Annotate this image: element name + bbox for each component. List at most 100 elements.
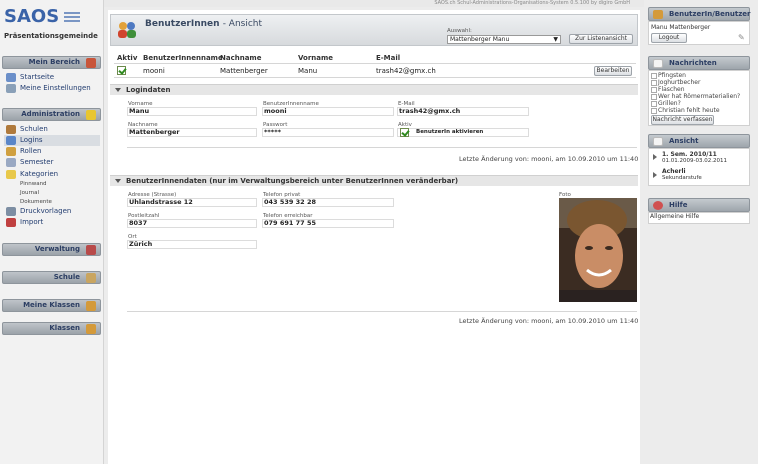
row-email: trash42@gmx.ch — [376, 67, 436, 75]
warning-icon — [86, 110, 96, 120]
section-mein-bereich[interactable]: Mein Bereich — [2, 56, 101, 69]
message-item[interactable]: Grillen? — [650, 100, 681, 107]
nav-meine-einstellungen[interactable]: Meine Einstellungen — [4, 83, 100, 94]
auswahl-label: Auswahl: — [447, 28, 472, 34]
col-email: E-Mail — [376, 54, 401, 62]
school-name: Präsentationsgemeinde — [4, 32, 98, 40]
section-benutzerdaten[interactable]: BenutzerInnendaten (nur im Verwaltungsbe… — [110, 175, 638, 186]
compose-message-button[interactable]: Nachricht verfassen — [651, 115, 714, 125]
col-nachname: Nachname — [220, 54, 262, 62]
roles-icon — [6, 147, 16, 156]
divider — [127, 311, 637, 312]
section-administration[interactable]: Administration — [2, 108, 101, 121]
logindaten-last-change: Letzte Änderung von: mooni, am 10.09.201… — [459, 155, 639, 163]
group-icon — [86, 301, 96, 311]
username-value: mooni — [262, 107, 394, 116]
semester-name[interactable]: 1. Sem. 2010/11 — [662, 151, 717, 158]
logout-button[interactable]: Logout — [651, 33, 687, 43]
nachrichten-head: Nachrichten — [648, 56, 750, 70]
nav-kategorien[interactable]: Kategorien — [4, 169, 100, 180]
list-view-button[interactable]: Zur Listenansicht — [569, 34, 633, 44]
aktiv-value: BenutzerIn aktivieren — [397, 128, 529, 137]
user-photo — [559, 198, 637, 302]
nachname-value: Mattenberger — [127, 128, 257, 137]
wrench-icon — [6, 84, 16, 93]
user-icon — [86, 58, 96, 68]
play-icon — [653, 154, 657, 160]
auswahl-select[interactable]: Mattenberger Manu ▼ — [447, 35, 561, 44]
row-vorname: Manu — [298, 67, 318, 75]
passwort-value: ***** — [262, 128, 394, 137]
printer-icon — [6, 207, 16, 216]
calendar-icon — [6, 158, 16, 167]
edit-button[interactable]: Bearbeiten — [594, 66, 632, 76]
wrench-icon[interactable]: ✎ — [738, 33, 745, 42]
col-username: BenutzerInnenname — [143, 54, 223, 62]
chevron-down-icon: ▼ — [553, 36, 558, 43]
nav-schulen[interactable]: Schulen — [4, 124, 100, 135]
section-schule[interactable]: Schule — [2, 271, 101, 284]
speech-bubble-icon — [653, 59, 663, 68]
tel-privat-value: 043 539 32 28 — [262, 198, 394, 207]
ansicht-head: Ansicht — [648, 134, 750, 148]
tel-erreichbar-value: 079 691 77 55 — [262, 219, 394, 228]
table-divider — [114, 77, 636, 78]
play-icon — [653, 172, 657, 178]
nav-journal[interactable]: Journal — [20, 189, 39, 198]
home-icon — [6, 73, 16, 82]
user-icon — [653, 10, 663, 19]
message-item[interactable]: Flaschen — [650, 86, 685, 93]
pie-icon — [86, 245, 96, 255]
ort-value: Zürich — [127, 240, 257, 249]
section-logindaten[interactable]: Logindaten — [110, 84, 638, 95]
benutzer-name: Manu Mattenberger — [651, 24, 711, 31]
nav-rollen[interactable]: Rollen — [4, 146, 100, 157]
semester-dates: 01.01.2009-03.02.2011 — [662, 158, 727, 164]
folder-icon — [6, 170, 16, 179]
row-nachname: Mattenberger — [220, 67, 268, 75]
import-icon — [6, 218, 16, 227]
section-meine-klassen-label: Meine Klassen — [23, 301, 80, 309]
page-header: BenutzerInnen - Ansicht Auswahl: Mattenb… — [110, 14, 638, 46]
section-klassen[interactable]: Klassen — [2, 322, 101, 335]
nav-semester[interactable]: Semester — [4, 157, 100, 168]
credit-text: SAOS.ch Schul-Administrations-Organisati… — [434, 0, 630, 6]
divider — [127, 147, 637, 148]
hilfe-link[interactable]: Allgemeine Hilfe — [650, 213, 699, 220]
lifebuoy-icon — [653, 201, 663, 210]
message-item[interactable]: Joghurtbecher — [650, 79, 700, 86]
section-meine-klassen[interactable]: Meine Klassen — [2, 299, 101, 312]
nav-logins[interactable]: Logins — [4, 135, 100, 146]
section-verwaltung[interactable]: Verwaltung — [2, 243, 101, 256]
users-icon — [6, 136, 16, 145]
message-item[interactable]: Christian fehlt heute — [650, 107, 720, 114]
table-divider — [114, 63, 636, 64]
message-item[interactable]: Pfingsten — [650, 72, 686, 79]
section-mein-bereich-label: Mein Bereich — [28, 58, 80, 66]
school-icon — [6, 125, 16, 134]
nav-druckvorlagen[interactable]: Druckvorlagen — [4, 206, 100, 217]
nav-pinnwand[interactable]: Pinnwand — [20, 180, 47, 189]
col-vorname: Vorname — [298, 54, 334, 62]
message-item[interactable]: Wer hat Römermaterialien? — [650, 93, 740, 100]
collapse-triangle-icon — [115, 88, 121, 92]
section-verwaltung-label: Verwaltung — [34, 245, 80, 253]
plz-value: 8037 — [127, 219, 257, 228]
benutzer-head: BenutzerIn/Benutzer — [648, 7, 750, 21]
view-icon — [653, 137, 663, 146]
section-schule-label: Schule — [53, 273, 80, 281]
aktiv-check — [400, 128, 409, 137]
saos-logo[interactable]: SAOS — [4, 6, 59, 27]
email-value: trash42@gmx.ch — [397, 107, 529, 116]
page-title: BenutzerInnen - Ansicht — [145, 19, 263, 29]
class-name[interactable]: Acherli — [662, 168, 686, 175]
benutzerdaten-last-change: Letzte Änderung von: mooni, am 10.09.201… — [459, 317, 639, 325]
building-icon — [86, 273, 96, 283]
portrait-image — [559, 198, 637, 302]
section-administration-label: Administration — [21, 110, 80, 118]
users-group-icon — [118, 22, 136, 38]
logo-lines-icon — [64, 12, 80, 24]
vorname-value: Manu — [127, 107, 257, 116]
nav-startseite[interactable]: Startseite — [4, 72, 100, 83]
nav-import[interactable]: Import — [4, 217, 100, 228]
